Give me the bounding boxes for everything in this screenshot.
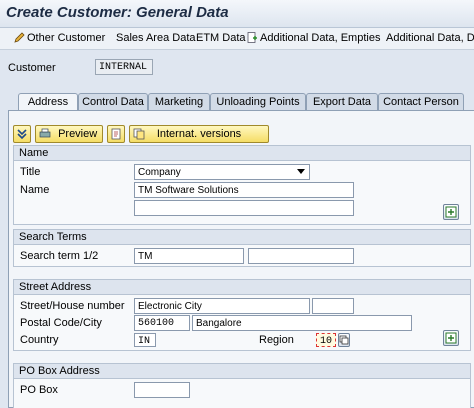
name2-row — [14, 199, 470, 217]
search-term-label: Search term 1/2 — [20, 250, 99, 262]
document-button[interactable] — [107, 125, 125, 143]
more-fields-button[interactable] — [443, 204, 459, 220]
street-more-fields-button[interactable] — [443, 330, 459, 346]
tab-marketing[interactable]: Marketing — [148, 93, 210, 110]
internat-versions-button[interactable]: Internat. versions — [129, 125, 269, 143]
street-address-heading: Street Address — [14, 280, 470, 295]
tab-unloading-points[interactable]: Unloading Points — [210, 93, 306, 110]
customer-row: Customer INTERNAL — [0, 50, 474, 84]
additional-data-empties-button[interactable]: Additional Data, Empties — [247, 32, 380, 44]
search-term-2-field[interactable] — [248, 248, 354, 264]
name-row: Name TM Software Solutions — [14, 181, 470, 199]
po-box-group: PO Box Address PO Box — [13, 363, 471, 408]
house-number-field[interactable] — [312, 298, 354, 314]
street-address-group: Street Address Street/House number Elect… — [13, 279, 471, 351]
country-label: Country — [20, 334, 59, 346]
tab-export-data[interactable]: Export Data — [306, 93, 378, 110]
other-customer-button[interactable]: Other Customer — [14, 32, 105, 44]
street-row: Street/House number Electronic City — [14, 297, 470, 315]
address-panel: Preview Internat. versions Name Title Co… — [8, 110, 474, 408]
additional-data-empties-label: Additional Data, Empties — [260, 32, 381, 44]
city-field[interactable]: Bangalore — [192, 315, 412, 331]
preview-label: Preview — [58, 128, 98, 140]
name-label: Name — [20, 184, 50, 196]
search-terms-group: Search Terms Search term 1/2 TM — [13, 229, 471, 267]
region-field[interactable]: 10 — [316, 333, 336, 347]
expand-icon — [445, 332, 457, 344]
street-label: Street/House number — [20, 300, 125, 312]
tab-contact-person[interactable]: Contact Person — [378, 93, 464, 110]
po-box-label: PO Box — [20, 384, 58, 396]
additional-data-dsd-button[interactable]: Additional Data, DSD — [386, 32, 474, 44]
title-value: Company — [138, 167, 181, 178]
country-field[interactable]: IN — [134, 333, 156, 347]
street-field[interactable]: Electronic City — [134, 298, 310, 314]
expand-icon — [445, 206, 457, 218]
other-customer-label: Other Customer — [27, 32, 106, 44]
name2-field[interactable] — [134, 200, 354, 216]
sales-area-data-button[interactable]: Sales Area Data — [116, 32, 196, 44]
search-terms-heading: Search Terms — [14, 230, 470, 245]
postal-city-row: Postal Code/City 560100 Bangalore — [14, 314, 470, 332]
title-row: Title Company — [14, 163, 470, 181]
select-button[interactable] — [13, 125, 31, 143]
region-help-button[interactable] — [338, 333, 350, 347]
preview-button[interactable]: Preview — [35, 125, 103, 143]
pencil-icon — [14, 32, 25, 43]
document-icon — [111, 128, 121, 140]
country-region-row: Country IN Region 10 — [14, 331, 470, 349]
value-help-icon — [339, 335, 349, 345]
title-select[interactable]: Company — [134, 164, 310, 180]
application-toolbar: Other Customer Sales Area Data ETM Data … — [0, 28, 474, 50]
customer-field[interactable]: INTERNAL — [95, 59, 153, 75]
postal-code-field[interactable]: 560100 — [134, 315, 190, 331]
po-box-heading: PO Box Address — [14, 364, 470, 379]
postal-city-label: Postal Code/City — [20, 317, 102, 329]
search-term-row: Search term 1/2 TM — [14, 247, 470, 265]
printer-icon — [39, 128, 51, 138]
internat-versions-label: Internat. versions — [156, 128, 242, 140]
down-arrows-icon — [17, 129, 27, 140]
title-label: Title — [20, 166, 41, 178]
etm-data-button[interactable]: ETM Data — [196, 32, 246, 44]
customer-label: Customer — [8, 62, 56, 74]
po-box-field[interactable] — [134, 382, 190, 398]
name-group-heading: Name — [14, 146, 470, 161]
tab-address[interactable]: Address — [18, 93, 78, 111]
name-group: Name Title Company Name TM Software Solu… — [13, 145, 471, 225]
po-box-row: PO Box — [14, 381, 470, 399]
page-title: Create Customer: General Data — [6, 4, 229, 21]
tab-control-data[interactable]: Control Data — [78, 93, 148, 110]
search-term-1-field[interactable]: TM — [134, 248, 244, 264]
document-add-icon — [247, 32, 258, 43]
chevron-down-icon — [297, 169, 305, 174]
name-field[interactable]: TM Software Solutions — [134, 182, 354, 198]
versions-icon — [133, 128, 145, 140]
region-label: Region — [259, 334, 294, 346]
title-bar: Create Customer: General Data — [0, 0, 474, 28]
